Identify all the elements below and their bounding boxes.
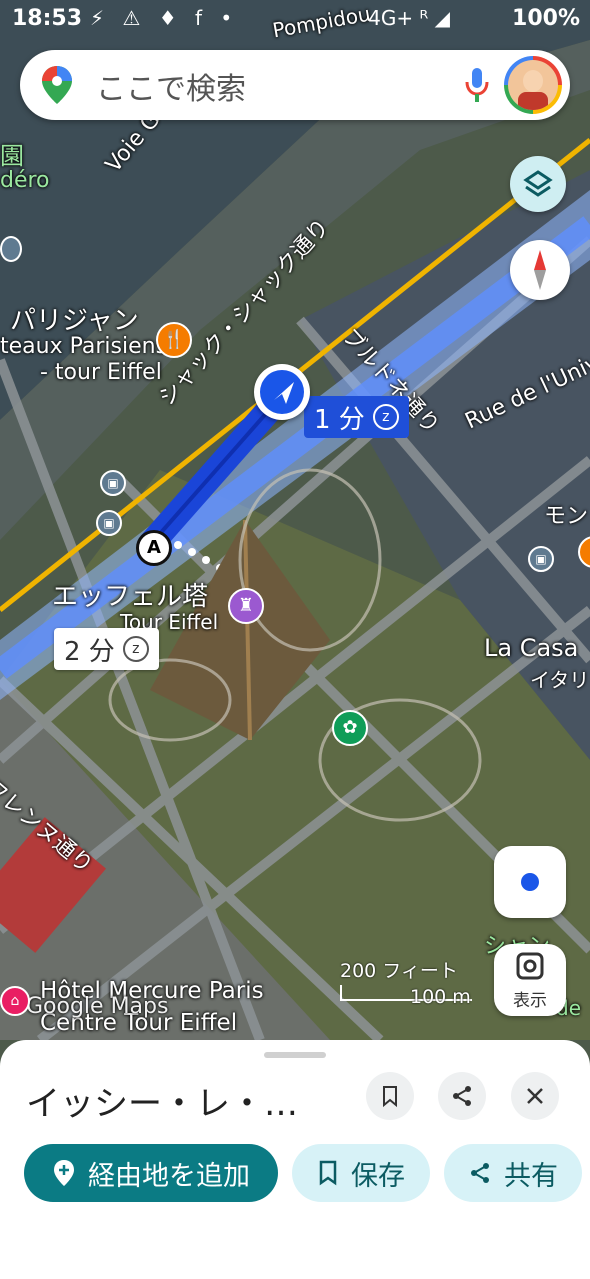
bottom-sheet[interactable]: イッシー・レ・… 経由地を追加 保存 共有 — [0, 1040, 590, 1279]
park-pin-icon[interactable]: ✿ — [332, 710, 368, 746]
compass-button[interactable] — [510, 240, 570, 300]
share-icon — [453, 1086, 471, 1106]
status-bar: 18:53 ⚡ ⚠ ♦ f • 4G+ ᴿ ◢ 100% — [0, 0, 590, 40]
route-time-chip-primary[interactable]: 1 分 z — [304, 396, 409, 438]
poi-label-bateaux: teaux Parisiens — [0, 334, 168, 359]
view-button[interactable]: 表示 — [494, 944, 566, 1016]
network-indicator: 4G+ ᴿ ◢ — [368, 6, 450, 30]
search-bar[interactable]: ここで検索 — [20, 50, 570, 120]
account-avatar[interactable] — [504, 56, 562, 114]
map-canvas[interactable]: パリジャン teaux Parisiens - tour Eiffel Voie… — [0, 0, 590, 1060]
navigation-arrow-icon — [254, 364, 310, 420]
share-label: 共有 — [504, 1160, 558, 1192]
park-label-dero: déro — [0, 168, 50, 193]
bookmark-icon — [319, 1160, 337, 1186]
lens-icon — [516, 952, 544, 980]
compass-icon — [534, 250, 546, 290]
view-button-label: 表示 — [513, 991, 547, 1011]
poi-label-parisienne: パリジャン — [10, 306, 139, 336]
status-time: 18:53 — [12, 6, 83, 31]
add-stop-button[interactable]: 経由地を追加 — [24, 1144, 278, 1202]
landmark-pin-icon[interactable]: ♜ — [228, 588, 264, 624]
save-label: 保存 — [351, 1160, 405, 1192]
sheet-grab-handle[interactable] — [264, 1052, 326, 1058]
park-label: 園 — [0, 142, 24, 170]
share-pill-button[interactable]: 共有 — [444, 1144, 582, 1202]
google-maps-watermark: Google Maps — [26, 994, 169, 1019]
share-icon — [471, 1163, 489, 1183]
street-label-mon: モン — [544, 504, 589, 529]
poi-label-tour-eiffel-small: - tour Eiffel — [40, 360, 162, 385]
notification-icons: ⚡ ⚠ ♦ f • — [90, 6, 239, 30]
hotel-pin-icon[interactable]: ⌂ — [0, 986, 30, 1016]
share-button[interactable] — [438, 1072, 486, 1120]
close-icon — [527, 1088, 543, 1104]
bus-stop-icon[interactable]: ▣ — [100, 470, 126, 496]
bus-stop-icon[interactable]: ▣ — [528, 546, 554, 572]
route-time-chip-alt[interactable]: 2 分 z — [54, 628, 159, 670]
search-placeholder[interactable]: ここで検索 — [96, 64, 246, 108]
my-location-button[interactable] — [494, 846, 566, 918]
route-time-alt: 2 分 — [64, 636, 115, 667]
map-scale: 200 フィート 100 m — [340, 956, 472, 1008]
location-dot-icon — [521, 873, 539, 891]
poi-label-italy: イタリ — [530, 668, 590, 692]
restaurant-pin-icon[interactable]: 🍴 — [156, 322, 192, 358]
bus-stop-icon[interactable]: ▣ — [96, 510, 122, 536]
destination-title: イッシー・レ・… — [26, 1084, 298, 1124]
sleep-icon: z — [122, 636, 149, 662]
add-pin-icon — [54, 1160, 74, 1186]
save-button[interactable]: 保存 — [292, 1144, 430, 1202]
sleep-icon: z — [372, 404, 399, 430]
waypoint-a-marker[interactable]: A — [136, 530, 172, 566]
layers-button[interactable] — [510, 156, 566, 212]
mic-icon[interactable] — [464, 66, 490, 104]
add-stop-label: 経由地を追加 — [88, 1160, 250, 1192]
scale-feet: 200 フィート — [340, 960, 458, 982]
route-time-primary: 1 分 — [314, 404, 365, 435]
google-maps-pin-icon — [42, 66, 72, 104]
poi-label-eiffel-jp: エッフェル塔 — [52, 582, 209, 612]
bus-stop-icon[interactable] — [0, 236, 22, 262]
poi-label-casa: La Casa — [484, 634, 579, 662]
battery-level: 100% — [512, 6, 580, 31]
layers-icon — [523, 170, 553, 197]
bookmark-icon — [383, 1086, 397, 1108]
bookmark-button[interactable] — [366, 1072, 414, 1120]
avatar-photo — [508, 60, 558, 110]
scale-meters: 100 m — [410, 986, 471, 1008]
close-button[interactable] — [511, 1072, 559, 1120]
